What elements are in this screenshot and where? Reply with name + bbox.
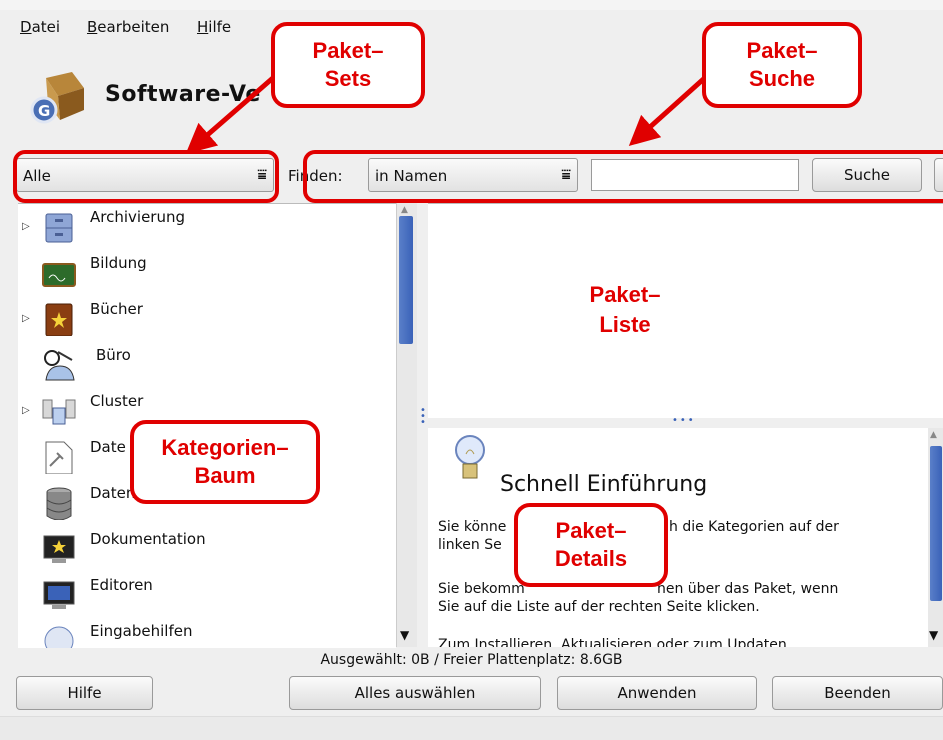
app-title: Software-Ve [105,82,261,107]
details-text-end: nen über das Paket, wenn [657,581,839,597]
window-top-strip [0,0,943,10]
database-icon [46,487,72,520]
scroll-down-arrow-icon[interactable]: ▼ [929,628,938,642]
tree-item-label: Bildung [90,254,147,272]
callout-line: Paket– [312,38,384,63]
menu-bearbeiten[interactable]: Bearbeiten [87,18,169,36]
monitor-icon [43,581,75,609]
details-text-start: Sie könne [438,519,507,535]
tree-item-bildung[interactable]: Bildung [18,250,396,296]
callout-line: Details [554,546,628,571]
label-paket-liste: Paket– Liste [545,280,705,340]
tree-item-label: Dokumentation [90,530,206,548]
expand-arrow-icon[interactable]: ▷ [22,221,30,232]
chalkboard-icon [42,263,76,287]
highlight-package-sets [13,150,279,203]
tree-item-label: Cluster [90,392,144,410]
details-text-line: linken Se [438,537,502,553]
callout-line: Paket– [746,38,818,63]
expand-arrow-icon[interactable]: ▷ [22,313,30,324]
callout-line: Kategorien– [161,435,289,460]
documentation-icon [43,535,75,563]
expand-arrow-icon[interactable]: ▷ [22,405,30,416]
book-icon [45,303,73,336]
tree-scrollbar-thumb[interactable] [399,216,413,344]
callout-line: Baum [194,463,256,488]
lightbulb-icon [455,435,485,479]
menu-hilfe[interactable]: Hilfe [197,18,231,36]
window-bottom-strip [0,716,943,740]
help-button[interactable]: Hilfe [16,676,153,710]
callout-paket-sets: Paket– Sets [271,22,425,108]
tree-item-label: Archivierung [90,208,185,226]
scroll-down-arrow-icon[interactable]: ▼ [400,628,409,642]
details-scrollbar-thumb[interactable] [930,446,942,601]
tree-item-eingabehilfen[interactable]: Eingabehilfen [18,618,396,648]
menu-datei[interactable]: Datei [20,18,60,36]
select-all-button[interactable]: Alles auswählen [289,676,541,710]
details-text-start: Sie bekomm [438,581,525,597]
quit-button[interactable]: Beenden [772,676,943,710]
tree-item-label: Büro [96,346,131,364]
scroll-up-arrow-icon[interactable]: ▲ [401,205,408,215]
status-text: Ausgewählt: 0B / Freier Plattenplatz: 8.… [320,652,623,668]
details-text-cut: Zum Installieren, Aktualisieren oder zum… [438,636,787,647]
tree-item-dokumentation[interactable]: Dokumentation [18,526,396,572]
cluster-icon [42,399,76,425]
details-text-end: h die Kategorien auf der [669,519,839,535]
accessibility-icon [44,626,74,648]
tree-item-label: Eingabehilfen [90,622,193,640]
details-text-line: Sie auf die Liste auf der rechten Seite … [438,599,760,615]
horizontal-splitter-handle[interactable]: ••• [672,416,696,426]
tree-item-buero[interactable]: Büro [18,342,396,388]
callout-line: Liste [599,312,651,337]
vertical-splitter-handle[interactable]: • • • [420,406,426,428]
scroll-up-arrow-icon[interactable]: ▲ [930,430,937,440]
tree-item-buecher[interactable]: ▷ Bücher [18,296,396,342]
tree-item-label: Editoren [90,576,153,594]
details-text-line: Zum Installieren, Aktualisieren oder zum… [438,637,787,647]
tree-item-archivierung[interactable]: ▷ Archivierung [18,204,396,250]
callout-kategorien-baum: Kategorien– Baum [130,420,320,504]
tree-item-editoren[interactable]: Editoren [18,572,396,618]
tree-item-label: Date [90,438,126,456]
callout-line: Sets [324,66,372,91]
callout-paket-suche: Paket– Suche [702,22,862,108]
svg-text:G: G [38,102,50,120]
highlight-package-search [303,150,943,203]
callout-line: Suche [748,66,816,91]
tree-item-label: Bücher [90,300,143,318]
details-title: Schnell Einführung [500,472,708,497]
callout-paket-details: Paket– Details [514,503,668,587]
file-icon [45,441,73,474]
software-manager-logo-icon: G [30,72,84,124]
callout-line: Paket– [555,518,627,543]
office-icon [44,350,75,381]
archive-icon [45,213,73,243]
callout-line: Paket– [589,282,661,307]
apply-button[interactable]: Anwenden [557,676,757,710]
